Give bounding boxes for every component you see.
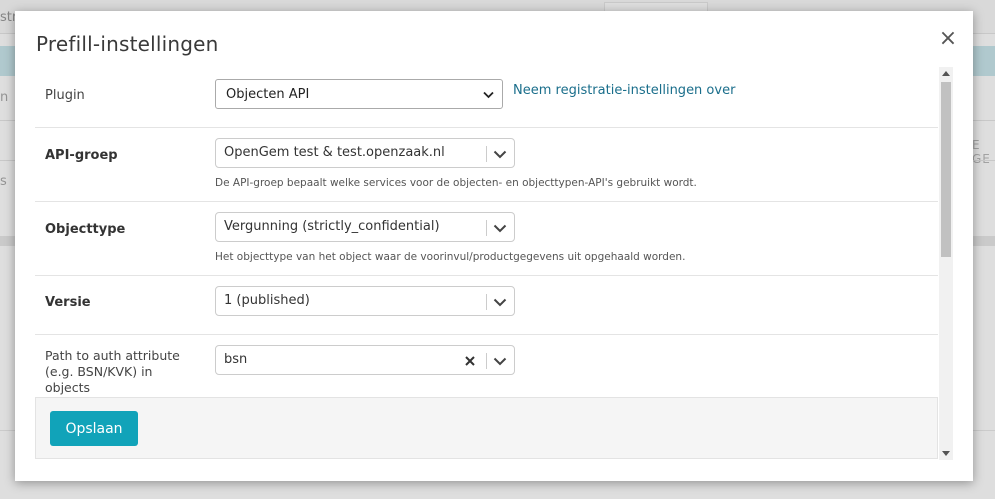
select-separator bbox=[486, 220, 487, 236]
chevron-down-icon bbox=[483, 91, 494, 99]
auth-path-label-line: (e.g. BSN/KVK) in bbox=[45, 364, 153, 379]
auth-path-select[interactable]: bsn bbox=[215, 345, 515, 375]
auth-path-select-value: bsn bbox=[224, 352, 248, 367]
auth-path-label-line: objects bbox=[45, 380, 91, 395]
select-separator bbox=[486, 353, 487, 369]
objecttype-select[interactable]: Vergunning (strictly_confidential) bbox=[215, 212, 515, 242]
scrollbar-thumb[interactable] bbox=[941, 82, 951, 257]
scroll-up-icon[interactable] bbox=[942, 71, 950, 76]
plugin-select-value: Objecten API bbox=[226, 87, 310, 102]
close-icon[interactable]: × bbox=[938, 28, 958, 50]
objecttype-label: Objecttype bbox=[45, 222, 126, 237]
form-row-plugin: Plugin Objecten API Neem registratie-ins… bbox=[35, 67, 938, 128]
auth-path-label-line: Path to auth attribute bbox=[45, 348, 180, 363]
form-row-api-group: API-groep OpenGem test & test.openzaak.n… bbox=[35, 128, 938, 202]
chevron-down-icon[interactable] bbox=[492, 294, 508, 310]
modal-scrollbar[interactable] bbox=[939, 67, 953, 460]
copy-registration-settings-link[interactable]: Neem registratie-instellingen over bbox=[513, 83, 735, 98]
form-row-version: Versie 1 (published) bbox=[35, 276, 938, 335]
chevron-down-icon[interactable] bbox=[492, 353, 508, 369]
save-button[interactable]: Opslaan bbox=[50, 411, 138, 446]
clear-icon[interactable] bbox=[464, 352, 476, 368]
chevron-down-icon[interactable] bbox=[492, 146, 508, 162]
form-row-objecttype: Objecttype Vergunning (strictly_confiden… bbox=[35, 202, 938, 276]
modal-footer: Opslaan bbox=[35, 397, 938, 459]
api-group-select[interactable]: OpenGem test & test.openzaak.nl bbox=[215, 138, 515, 168]
select-separator bbox=[486, 294, 487, 310]
prefill-settings-modal: Prefill-instellingen × Plugin Objecten A… bbox=[15, 11, 973, 481]
api-group-help-text: De API-groep bepaalt welke services voor… bbox=[215, 177, 697, 189]
auth-path-label: Path to auth attribute (e.g. BSN/KVK) in… bbox=[45, 348, 205, 396]
objecttype-select-value: Vergunning (strictly_confidential) bbox=[224, 219, 440, 234]
scroll-down-icon[interactable] bbox=[942, 451, 950, 456]
plugin-select[interactable]: Objecten API bbox=[215, 79, 503, 109]
form-row-auth-path: Path to auth attribute (e.g. BSN/KVK) in… bbox=[35, 335, 938, 405]
api-group-label: API-groep bbox=[45, 148, 118, 163]
version-label: Versie bbox=[45, 295, 91, 310]
version-select-value: 1 (published) bbox=[224, 293, 310, 308]
modal-body: Plugin Objecten API Neem registratie-ins… bbox=[35, 67, 952, 459]
select-separator bbox=[486, 146, 487, 162]
modal-title: Prefill-instellingen bbox=[36, 32, 219, 56]
plugin-label: Plugin bbox=[45, 88, 85, 103]
chevron-down-icon[interactable] bbox=[492, 220, 508, 236]
version-select[interactable]: 1 (published) bbox=[215, 286, 515, 316]
api-group-select-value: OpenGem test & test.openzaak.nl bbox=[224, 145, 445, 160]
objecttype-help-text: Het objecttype van het object waar de vo… bbox=[215, 251, 686, 263]
